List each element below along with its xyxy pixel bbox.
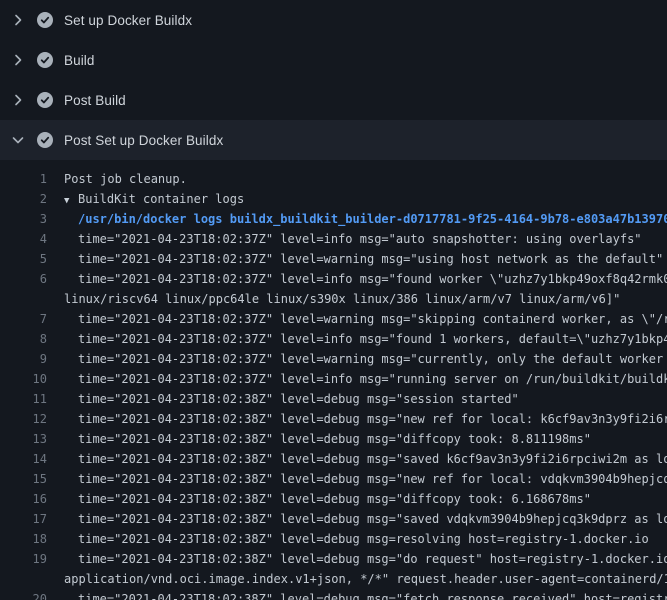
log-line-number[interactable]: 19 — [0, 549, 47, 569]
log-line: 14 time="2021-04-23T18:02:38Z" level=debu… — [0, 449, 667, 469]
log-line-text: time="2021-04-23T18:02:38Z" level=debug … — [78, 529, 649, 549]
log-line: 20 time="2021-04-23T18:02:38Z" level=debu… — [0, 589, 667, 600]
log-line-number[interactable]: 7 — [0, 309, 47, 329]
log-line-text: Post job cleanup. — [64, 169, 187, 189]
log-line-text: time="2021-04-23T18:02:37Z" level=info m… — [78, 369, 667, 389]
log-line: 2 ▼BuildKit container logs — [0, 189, 667, 209]
log-line: 12 time="2021-04-23T18:02:38Z" level=debu… — [0, 409, 667, 429]
log-line-number[interactable]: 18 — [0, 529, 47, 549]
log-line-number[interactable]: 13 — [0, 429, 47, 449]
check-circle-icon — [37, 12, 53, 28]
log-line: 19 time="2021-04-23T18:02:38Z" level=debu… — [0, 549, 667, 569]
log-line-text: time="2021-04-23T18:02:38Z" level=debug … — [78, 589, 667, 600]
log-line-text: time="2021-04-23T18:02:37Z" level=info m… — [78, 269, 667, 289]
log-line: 17 time="2021-04-23T18:02:38Z" level=debu… — [0, 509, 667, 529]
log-line-text: time="2021-04-23T18:02:38Z" level=debug … — [78, 549, 667, 569]
log-line-text: time="2021-04-23T18:02:37Z" level=warnin… — [78, 349, 667, 369]
step-label: Set up Docker Buildx — [64, 13, 192, 28]
log-line: 1 Post job cleanup. — [0, 169, 667, 189]
log-line-number[interactable]: 6 — [0, 269, 47, 289]
log-line: 9 time="2021-04-23T18:02:37Z" level=warni… — [0, 349, 667, 369]
log-line: 18 time="2021-04-23T18:02:38Z" level=debu… — [0, 529, 667, 549]
log-line-number — [0, 569, 47, 589]
log-line-number[interactable]: 20 — [0, 589, 47, 600]
triangle-down-icon: ▼ — [64, 191, 78, 209]
step-label: Post Build — [64, 93, 126, 108]
chevron-right-icon — [10, 12, 26, 28]
log-line-number[interactable]: 14 — [0, 449, 47, 469]
log-line-number[interactable]: 5 — [0, 249, 47, 269]
log-line-text: time="2021-04-23T18:02:37Z" level=warnin… — [78, 309, 667, 329]
log-line: 13 time="2021-04-23T18:02:38Z" level=debu… — [0, 429, 667, 449]
log-line-number[interactable]: 15 — [0, 469, 47, 489]
log-output: 1 Post job cleanup. 2 ▼BuildKit container l… — [0, 160, 667, 600]
log-line: 4 time="2021-04-23T18:02:37Z" level=info … — [0, 229, 667, 249]
log-line: 16 time="2021-04-23T18:02:38Z" level=debu… — [0, 489, 667, 509]
chevron-down-icon — [10, 132, 26, 148]
check-circle-icon — [37, 92, 53, 108]
log-line-number[interactable]: 4 — [0, 229, 47, 249]
log-line: 10 time="2021-04-23T18:02:37Z" level=info… — [0, 369, 667, 389]
log-line-number[interactable]: 1 — [0, 169, 47, 189]
step-row-post-build[interactable]: Post Build — [0, 80, 667, 120]
log-line-text: linux/riscv64 linux/ppc64le linux/s390x … — [64, 289, 620, 309]
log-line: linux/riscv64 linux/ppc64le linux/s390x … — [0, 289, 667, 309]
log-line-number — [0, 289, 47, 309]
log-line-number[interactable]: 9 — [0, 349, 47, 369]
log-line-number[interactable]: 17 — [0, 509, 47, 529]
log-line: 7 time="2021-04-23T18:02:37Z" level=warni… — [0, 309, 667, 329]
log-line-text: time="2021-04-23T18:02:37Z" level=info m… — [78, 329, 667, 349]
log-line-number[interactable]: 2 — [0, 189, 47, 209]
log-line-text: time="2021-04-23T18:02:37Z" level=warnin… — [78, 249, 663, 269]
log-group-label: BuildKit container logs — [78, 192, 244, 206]
log-line: 3/usr/bin/docker logs buildx_buildkit_bu… — [0, 209, 667, 229]
log-line-number[interactable]: 10 — [0, 369, 47, 389]
steps-list: Set up Docker Buildx Build Post Build — [0, 0, 667, 160]
check-circle-icon — [37, 132, 53, 148]
log-line: 6 time="2021-04-23T18:02:37Z" level=info … — [0, 269, 667, 289]
step-label: Build — [64, 53, 95, 68]
log-line-text: application/vnd.oci.image.index.v1+json,… — [64, 569, 667, 589]
log-line: 15 time="2021-04-23T18:02:38Z" level=debu… — [0, 469, 667, 489]
log-group-toggle[interactable]: ▼BuildKit container logs — [64, 189, 244, 209]
log-line-text: time="2021-04-23T18:02:38Z" level=debug … — [78, 469, 667, 489]
log-line: application/vnd.oci.image.index.v1+json,… — [0, 569, 667, 589]
log-line: 5 time="2021-04-23T18:02:37Z" level=warni… — [0, 249, 667, 269]
step-row-post-set-up-docker-buildx[interactable]: Post Set up Docker Buildx — [0, 120, 667, 160]
log-line-text: time="2021-04-23T18:02:38Z" level=debug … — [78, 389, 519, 409]
log-command-text: /usr/bin/docker logs buildx_buildkit_bui… — [78, 209, 667, 229]
log-line: 11 time="2021-04-23T18:02:38Z" level=debu… — [0, 389, 667, 409]
step-row-build[interactable]: Build — [0, 40, 667, 80]
chevron-right-icon — [10, 52, 26, 68]
log-line-number[interactable]: 8 — [0, 329, 47, 349]
log-line-number[interactable]: 3 — [0, 209, 47, 229]
step-row-set-up-docker-buildx[interactable]: Set up Docker Buildx — [0, 0, 667, 40]
log-line-number[interactable]: 12 — [0, 409, 47, 429]
log-line-text: time="2021-04-23T18:02:38Z" level=debug … — [78, 509, 667, 529]
log-line-text: time="2021-04-23T18:02:38Z" level=debug … — [78, 449, 667, 469]
chevron-right-icon — [10, 92, 26, 108]
log-line-number[interactable]: 11 — [0, 389, 47, 409]
log-line: 8 time="2021-04-23T18:02:37Z" level=info … — [0, 329, 667, 349]
actions-log-viewer: Set up Docker Buildx Build Post Build — [0, 0, 667, 600]
log-line-number[interactable]: 16 — [0, 489, 47, 509]
step-label: Post Set up Docker Buildx — [64, 133, 223, 148]
log-line-text: time="2021-04-23T18:02:38Z" level=debug … — [78, 409, 667, 429]
log-line-text: time="2021-04-23T18:02:37Z" level=info m… — [78, 229, 642, 249]
log-line-text: time="2021-04-23T18:02:38Z" level=debug … — [78, 429, 591, 449]
check-circle-icon — [37, 52, 53, 68]
log-line-text: time="2021-04-23T18:02:38Z" level=debug … — [78, 489, 591, 509]
